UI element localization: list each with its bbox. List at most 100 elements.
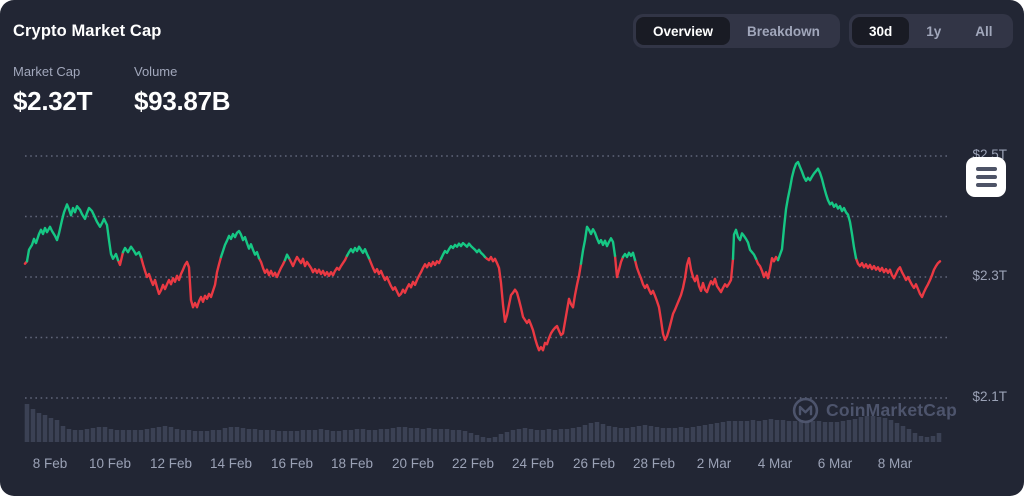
volume-bar (594, 422, 600, 442)
volume-bar (930, 436, 936, 442)
volume-bar (522, 428, 528, 442)
volume-bar (444, 429, 450, 442)
x-tick-label: 4 Mar (757, 456, 793, 471)
volume-bar (834, 422, 840, 442)
x-tick-label: 10 Feb (88, 456, 132, 471)
volume-bar (582, 425, 588, 442)
volume-bar (114, 430, 120, 442)
volume-bar (552, 430, 558, 442)
volume-bar (666, 428, 672, 442)
volume-bar (42, 415, 48, 442)
volume-bar (306, 430, 312, 442)
volume-bar (450, 430, 456, 442)
x-tick-label: 8 Feb (32, 456, 68, 471)
volume-bar (744, 421, 750, 442)
market-line-down-path (23, 251, 942, 352)
volume-bar (204, 431, 210, 442)
x-tick-label: 28 Feb (632, 456, 676, 471)
volume-bar (366, 430, 372, 442)
volume-bar (690, 427, 696, 442)
volume-bar (510, 430, 516, 442)
volume-bar (456, 430, 462, 442)
volume-bar (162, 426, 168, 442)
x-tick-label: 8 Mar (877, 456, 913, 471)
volume-bar (786, 421, 792, 442)
volume-bar (462, 431, 468, 442)
volume-bar (132, 430, 138, 442)
gridlines (25, 155, 950, 399)
volume-bar (738, 421, 744, 442)
x-tick-label: 16 Feb (270, 456, 314, 471)
volume-bar (684, 428, 690, 442)
volume-bar (792, 421, 798, 442)
volume-bar (372, 430, 378, 442)
volume-bar (54, 420, 60, 442)
volume-bar (828, 422, 834, 442)
volume-bar (630, 427, 636, 442)
x-tick-label: 12 Feb (149, 456, 193, 471)
volume-bar (810, 421, 816, 442)
menu-icon (975, 175, 997, 179)
volume-bar (192, 431, 198, 442)
volume-bar (108, 429, 114, 442)
volume-bar (732, 421, 738, 442)
volume-bar (330, 431, 336, 442)
volume-bar (294, 431, 300, 442)
crypto-market-cap-widget: Crypto Market Cap Market Cap $2.32T Volu… (0, 0, 1024, 496)
volume-bar (822, 422, 828, 442)
x-tick-label: 14 Feb (209, 456, 253, 471)
volume-bar (342, 430, 348, 442)
volume-bar (318, 429, 324, 442)
volume-bar (768, 419, 774, 442)
volume-bar (222, 428, 228, 442)
volume-bar (606, 426, 612, 442)
volume-bar (258, 430, 264, 442)
volume-bar (96, 427, 102, 442)
volume-bar (186, 430, 192, 442)
volume-bar (906, 429, 912, 442)
volume-bar (174, 429, 180, 442)
volume-bar (432, 429, 438, 442)
volume-bar (390, 428, 396, 442)
volume-bar (402, 427, 408, 442)
volume-bar (540, 430, 546, 442)
volume-bar (702, 425, 708, 442)
volume-bar (408, 428, 414, 442)
volume-bar (936, 433, 942, 442)
volume-bar (360, 429, 366, 442)
volume-bar (480, 437, 486, 442)
volume-bar (48, 418, 54, 442)
volume-bar (276, 431, 282, 442)
coinmarketcap-logo-icon (792, 397, 819, 424)
volume-bar (246, 429, 252, 442)
volume-bar (894, 423, 900, 442)
x-tick-label: 18 Feb (330, 456, 374, 471)
x-tick-label: 22 Feb (451, 456, 495, 471)
menu-icon (975, 182, 997, 187)
y-axis-label: $2.3T (972, 268, 1007, 283)
volume-bar (234, 427, 240, 442)
volume-bar (300, 430, 306, 442)
volume-bar (474, 435, 480, 442)
volume-bar (378, 429, 384, 442)
volume-bar (168, 427, 174, 442)
volume-bar (228, 427, 234, 442)
volume-bar (726, 421, 732, 442)
x-tick-label: 26 Feb (572, 456, 616, 471)
volume-bar (570, 428, 576, 442)
volume-bar (660, 428, 666, 442)
volume-bar (918, 436, 924, 442)
volume-bar (774, 420, 780, 442)
volume-bar (750, 420, 756, 442)
volume-bar (120, 430, 126, 442)
volume-bar (636, 426, 642, 442)
volume-bar (150, 428, 156, 442)
chart-settings-button[interactable] (966, 157, 1006, 197)
volume-bar (78, 430, 84, 442)
volume-bar (240, 428, 246, 442)
volume-bar (336, 431, 342, 442)
x-tick-label: 24 Feb (511, 456, 555, 471)
volume-bar (720, 422, 726, 442)
volume-bar (126, 430, 132, 442)
volume-bar (678, 427, 684, 442)
